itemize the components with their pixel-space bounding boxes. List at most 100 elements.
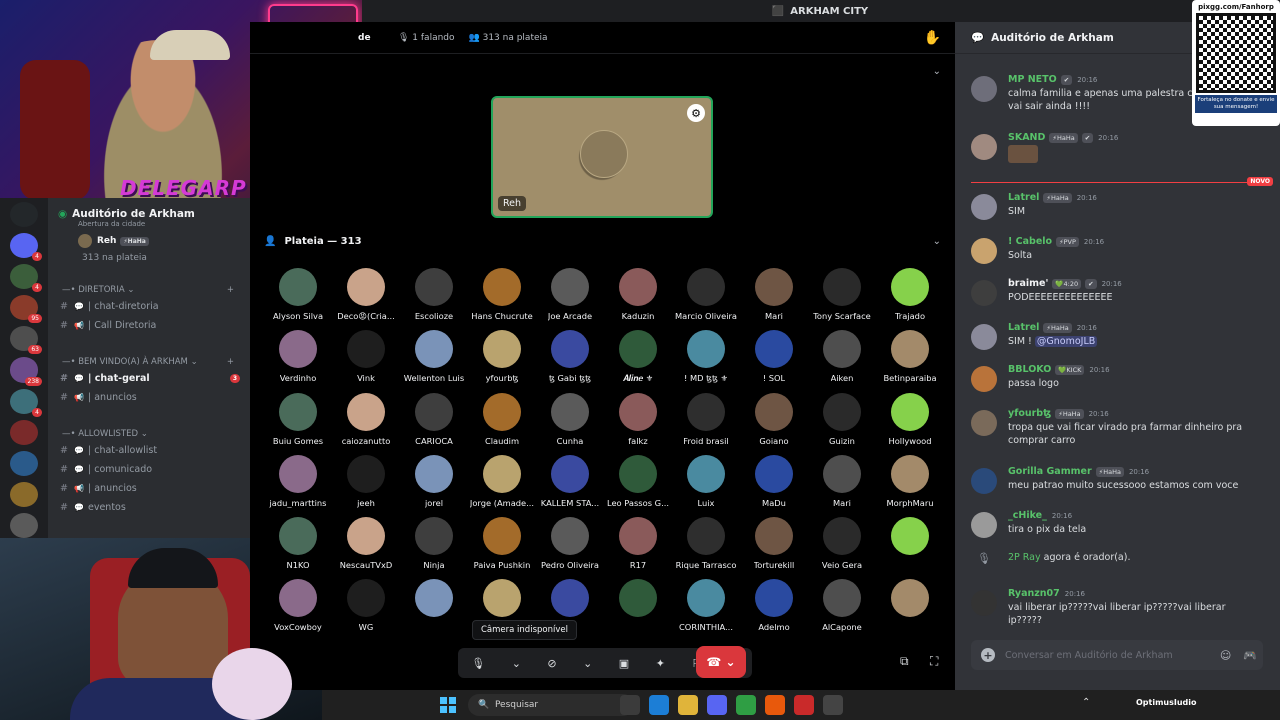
avatar[interactable] [971,238,997,264]
audience-member[interactable]: CARIOCA [400,393,468,446]
server-icon[interactable]: 4 [10,388,42,417]
server-icon[interactable] [10,202,38,228]
server-icon[interactable] [10,419,38,445]
camera-off-icon[interactable]: ⊘ [547,657,556,670]
tray-chevron-icon[interactable]: ⌃ [1082,697,1090,708]
game-icon[interactable]: 🎮 [1243,649,1257,662]
audience-member[interactable]: Vink [332,330,400,384]
audience-member[interactable]: Trajado [876,268,944,321]
message-author[interactable]: yfourbꜩ [1008,408,1051,419]
message-author[interactable]: _cHike_ [1008,510,1047,521]
audience-member[interactable]: CORINTHIA... [672,579,740,632]
category-header[interactable]: —• BEM VINDO(A) À ARKHAM ⌄ + [48,335,250,369]
audience-member[interactable]: Kaduzin [604,268,672,321]
channel-item[interactable]: # 💬 | comunicado [48,460,250,479]
message-author[interactable]: Gorilla Gammer [1008,466,1092,477]
audience-member[interactable] [876,517,944,570]
audience-member[interactable]: NescauTVxD [332,517,400,570]
audience-member[interactable]: falkz [604,393,672,446]
audience-member[interactable]: jeeh [332,455,400,508]
audience-member[interactable]: Guizin [808,393,876,446]
options-icon[interactable]: ⚙ [687,104,705,122]
audience-member[interactable]: Leo Passos G... [604,455,672,508]
audience-member[interactable]: Froid brasil [672,393,740,446]
channel-item[interactable]: # 📢 | anuncios [48,388,250,407]
message-author[interactable]: BBLOKO [1008,364,1051,375]
audience-member[interactable]: Betinparaiba [876,330,944,384]
audience-member[interactable]: VoxCowboy [264,579,332,632]
app-icon[interactable] [765,695,785,715]
audience-member[interactable]: AlCapone [808,579,876,632]
audience-member[interactable]: ! SOL [740,330,808,384]
app-icon[interactable] [794,695,814,715]
audience-member[interactable]: Tony Scarface [808,268,876,321]
audience-member[interactable]: ꜩ Gabi ꜩꜩ [536,330,604,384]
audience-member[interactable]: N1KO [264,517,332,570]
chat-input[interactable]: + Conversar em Auditório de Arkham ☺ 🎮 [971,640,1263,670]
server-icon[interactable] [10,481,38,507]
voice-speaker-row[interactable]: Reh ⚡HaHa [48,228,250,248]
channel-item[interactable]: # 💬 | chat-geral 3 [48,369,250,388]
user-mention[interactable]: @GnomoJLB [1034,336,1098,347]
audience-member[interactable]: jadu_marttins [264,455,332,508]
channel-item[interactable]: # 💬 eventos [48,498,250,517]
audience-member[interactable]: WG [332,579,400,632]
audience-member[interactable]: Jorge (Amade... [468,455,536,508]
audience-member[interactable]: KALLEM STA... [536,455,604,508]
chevron-down-icon[interactable]: ⌄ [512,657,521,670]
audience-member[interactable]: Torturekill [740,517,808,570]
app-icon[interactable] [823,695,843,715]
audience-member[interactable]: jorel [400,455,468,508]
audience-header[interactable]: 👤 Plateia — 313 [250,228,955,254]
message-author[interactable]: MP NETO [1008,74,1057,85]
emoji-icon[interactable]: ☺ [1220,649,1231,662]
avatar[interactable] [971,280,997,306]
avatar[interactable] [971,324,997,350]
message-author[interactable]: Latrel [1008,192,1039,203]
audience-member[interactable] [400,579,468,632]
microphone-icon[interactable]: 🎙 [471,657,485,670]
audience-member[interactable]: Paiva Pushkin [468,517,536,570]
audience-member[interactable]: caiozanutto [332,393,400,446]
message-author[interactable]: 2P Ray [1008,552,1044,563]
server-icon[interactable]: 63 [10,326,42,355]
message-author[interactable]: braime' [1008,278,1048,289]
audience-member[interactable]: Mari [740,268,808,321]
audience-member[interactable]: Marcio Oliveira [672,268,740,321]
audience-member[interactable]: Veio Gera [808,517,876,570]
avatar[interactable] [971,468,997,494]
add-channel-icon[interactable]: + [227,357,234,367]
channel-item[interactable]: # 💬 | chat-diretoria [48,297,250,316]
audience-member[interactable]: Adelmo [740,579,808,632]
audience-member[interactable] [604,579,672,632]
avatar[interactable] [971,366,997,392]
taskbar-search[interactable]: 🔍 Pesquisar [468,694,634,716]
avatar[interactable] [971,410,997,436]
audience-member[interactable] [876,579,944,632]
chevron-down-icon[interactable]: ⌄ [583,657,592,670]
category-header[interactable]: —• ALLOWLISTED ⌄ [48,407,250,441]
server-icon[interactable]: 4 [10,233,42,262]
audience-member[interactable]: ! MD ꜩꜩ ⚜ [672,330,740,384]
audience-member[interactable]: Claudim [468,393,536,446]
audience-member[interactable]: Verdinho [264,330,332,384]
message-author[interactable]: ! Cabelo [1008,236,1052,247]
audience-member[interactable]: Ninja [400,517,468,570]
message-author[interactable]: SKAND [1008,132,1045,143]
audience-member[interactable]: Luix [672,455,740,508]
audience-member[interactable]: Rique Tarrasco [672,517,740,570]
server-icon[interactable]: 4 [10,264,42,293]
audience-member[interactable]: MorphMaru [876,455,944,508]
message-author[interactable]: Ryanzn07 [1008,588,1060,599]
audience-member[interactable]: R17 [604,517,672,570]
channel-item[interactable]: # 📢 | anuncios [48,479,250,498]
fullscreen-icon[interactable]: ⛶ [930,654,938,669]
audience-member[interactable]: Wellenton Luis [400,330,468,384]
avatar[interactable] [971,194,997,220]
audience-member[interactable]: Goiano [740,393,808,446]
server-icon[interactable]: 95 [10,295,42,324]
audience-member[interactable]: Aiken [808,330,876,384]
audience-member[interactable]: Joe Arcade [536,268,604,321]
audience-member[interactable]: Escolioze [400,268,468,321]
raise-hand-icon[interactable]: ✋ [924,30,941,46]
